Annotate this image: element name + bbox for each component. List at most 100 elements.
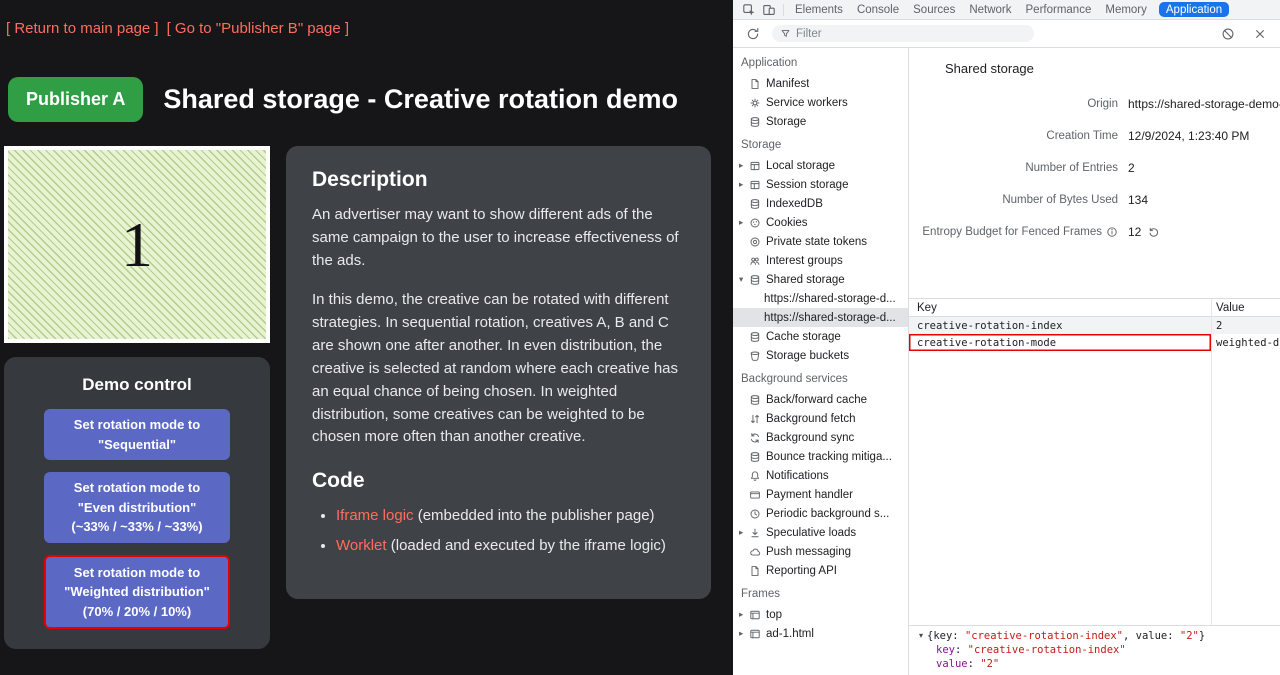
- table-icon: [749, 160, 761, 172]
- clear-all-icon[interactable]: [1221, 27, 1235, 41]
- tab-performance[interactable]: Performance: [1019, 0, 1099, 19]
- refresh-icon[interactable]: [746, 27, 760, 41]
- sidebar-item-session-storage[interactable]: ▸ Session storage: [733, 175, 908, 194]
- table-header-row: Key Value: [909, 299, 1280, 317]
- sidebar-item-periodic-background-s[interactable]: Periodic background s...: [733, 504, 908, 523]
- sidebar-item-bounce-tracking-mitiga[interactable]: Bounce tracking mitiga...: [733, 447, 908, 466]
- sidebar-item-payment-handler[interactable]: Payment handler: [733, 485, 908, 504]
- tab-console[interactable]: Console: [850, 0, 906, 19]
- expand-arrow-icon[interactable]: ▸: [739, 218, 749, 228]
- expand-arrow-icon[interactable]: ▸: [739, 161, 749, 171]
- sidebar-item-speculative-loads[interactable]: ▸Speculative loads: [733, 523, 908, 542]
- close-icon[interactable]: [1253, 27, 1267, 41]
- meta-value: https://shared-storage-demo-co: [1118, 97, 1280, 111]
- sidebar-item-label: https://shared-storage-d...: [764, 312, 896, 324]
- sidebar-item-ad-1-html[interactable]: ▸ad-1.html: [733, 624, 908, 643]
- sidebar-item-notifications[interactable]: Notifications: [733, 466, 908, 485]
- sidebar-item-indexeddb[interactable]: IndexedDB: [733, 194, 908, 213]
- sidebar-item-label: Shared storage: [766, 274, 845, 286]
- sidebar-item-cookies[interactable]: ▸Cookies: [733, 213, 908, 232]
- expand-arrow-icon[interactable]: ▸: [739, 528, 749, 538]
- tab-network[interactable]: Network: [962, 0, 1018, 19]
- meta-row-number-of-entries: Number of Entries2: [909, 152, 1280, 184]
- database-icon: [749, 331, 761, 343]
- column-header-key[interactable]: Key: [909, 302, 1211, 314]
- sidebar-item-label: top: [766, 609, 782, 621]
- preview-object-summary: ▾{key: "creative-rotation-index", value:…: [919, 629, 1270, 643]
- button-label-line: Set rotation mode to: [48, 415, 226, 435]
- tab-elements[interactable]: Elements: [788, 0, 850, 19]
- sync-icon: [749, 432, 761, 444]
- sidebar-item-label: Session storage: [766, 179, 848, 191]
- sidebar-item-https-shared-storage-d-7[interactable]: https://shared-storage-d...: [733, 289, 908, 308]
- sidebar-item-label: https://shared-storage-d...: [764, 293, 896, 305]
- expand-arrow-icon[interactable]: ▸: [739, 610, 749, 620]
- collapse-arrow-icon[interactable]: ▾: [919, 631, 923, 642]
- code-list-item: Iframe logic (embedded into the publishe…: [336, 505, 685, 528]
- nav-link-return-to-main-page[interactable]: [ Return to main page ]: [6, 20, 159, 37]
- tab-application[interactable]: Application: [1159, 2, 1229, 17]
- clock-icon: [749, 508, 761, 520]
- database-icon: [749, 116, 761, 128]
- storage-entry-row-creative-rotation-index[interactable]: creative-rotation-index2: [909, 317, 1280, 334]
- sidebar-item-label: Background fetch: [766, 413, 856, 425]
- token-icon: [749, 236, 761, 248]
- creative-frame: 1: [4, 146, 270, 343]
- tab-memory[interactable]: Memory: [1098, 0, 1154, 19]
- sidebar-item-label: Interest groups: [766, 255, 843, 267]
- meta-label-text: Number of Entries: [1025, 162, 1118, 174]
- entry-value: weighted-dist: [1211, 337, 1280, 349]
- info-icon[interactable]: [1106, 226, 1118, 238]
- sidebar-item-label: Push messaging: [766, 546, 851, 558]
- sidebar-item-private-state-tokens[interactable]: Private state tokens: [733, 232, 908, 251]
- sidebar-item-label: Periodic background s...: [766, 508, 889, 520]
- button-label-line: Set rotation mode to: [50, 563, 224, 583]
- tab-sources[interactable]: Sources: [906, 0, 962, 19]
- code-list-item: Worklet (loaded and executed by the ifra…: [336, 535, 685, 558]
- sidebar-item-reporting-api[interactable]: Reporting API: [733, 561, 908, 580]
- collapse-arrow-icon[interactable]: ▾: [739, 275, 749, 285]
- filter-box: [772, 25, 1034, 42]
- demo-control-title: Demo control: [44, 375, 230, 395]
- expand-arrow-icon[interactable]: ▸: [739, 180, 749, 190]
- sidebar-item-manifest[interactable]: Manifest: [733, 74, 908, 93]
- sidebar-item-storage[interactable]: Storage: [733, 112, 908, 131]
- worklet-link[interactable]: Worklet: [336, 537, 387, 554]
- devtools-tabbar: ElementsConsoleSourcesNetworkPerformance…: [733, 0, 1280, 20]
- column-header-value[interactable]: Value: [1211, 302, 1280, 314]
- inspect-icon[interactable]: [742, 3, 756, 17]
- meta-value: 2: [1118, 161, 1280, 175]
- reset-budget-icon[interactable]: [1148, 226, 1160, 238]
- sidebar-item-https-shared-storage-d-8[interactable]: https://shared-storage-d...: [733, 308, 908, 327]
- sidebar-item-background-sync[interactable]: Background sync: [733, 428, 908, 447]
- column-divider[interactable]: [1211, 299, 1212, 625]
- expand-arrow-icon[interactable]: ▸: [739, 629, 749, 639]
- meta-value-text: 134: [1128, 193, 1148, 207]
- sidebar-item-back-forward-cache[interactable]: Back/forward cache: [733, 390, 908, 409]
- sidebar-item-shared-storage[interactable]: ▾ Shared storage: [733, 270, 908, 289]
- meta-row-creation-time: Creation Time12/9/2024, 1:23:40 PM: [909, 120, 1280, 152]
- device-toolbar-icon[interactable]: [762, 3, 776, 17]
- button-label-line: "Even distribution": [48, 498, 226, 518]
- sidebar-item-top[interactable]: ▸ top: [733, 605, 908, 624]
- sidebar-item-interest-groups[interactable]: Interest groups: [733, 251, 908, 270]
- preview-entry-key: key: "creative-rotation-index": [919, 643, 1270, 657]
- application-sidebar: ApplicationManifestService workersStorag…: [733, 48, 909, 675]
- iframe-logic-link[interactable]: Iframe logic: [336, 507, 414, 524]
- filter-input[interactable]: [796, 28, 1026, 40]
- set-rotation-mode-sequential-button[interactable]: Set rotation mode to"Sequential": [44, 409, 230, 460]
- nav-link-go-to-publisher-b-page[interactable]: [ Go to "Publisher B" page ]: [167, 20, 349, 37]
- panel-title: Shared storage: [909, 48, 1280, 76]
- sidebar-item-label: Private state tokens: [766, 236, 867, 248]
- sidebar-item-storage-buckets[interactable]: Storage buckets: [733, 346, 908, 365]
- storage-entry-row-creative-rotation-mode[interactable]: creative-rotation-modeweighted-dist: [909, 334, 1280, 351]
- sidebar-item-cache-storage[interactable]: Cache storage: [733, 327, 908, 346]
- sidebar-item-push-messaging[interactable]: Push messaging: [733, 542, 908, 561]
- set-rotation-mode-weighted-distribution-button[interactable]: Set rotation mode to"Weighted distributi…: [44, 555, 230, 630]
- set-rotation-mode-even-distribution-button[interactable]: Set rotation mode to"Even distribution"(…: [44, 472, 230, 543]
- button-label-line: "Weighted distribution": [50, 582, 224, 602]
- sidebar-item-service-workers[interactable]: Service workers: [733, 93, 908, 112]
- sidebar-item-local-storage[interactable]: ▸Local storage: [733, 156, 908, 175]
- button-label-line: (~33% / ~33% / ~33%): [48, 517, 226, 537]
- sidebar-item-background-fetch[interactable]: Background fetch: [733, 409, 908, 428]
